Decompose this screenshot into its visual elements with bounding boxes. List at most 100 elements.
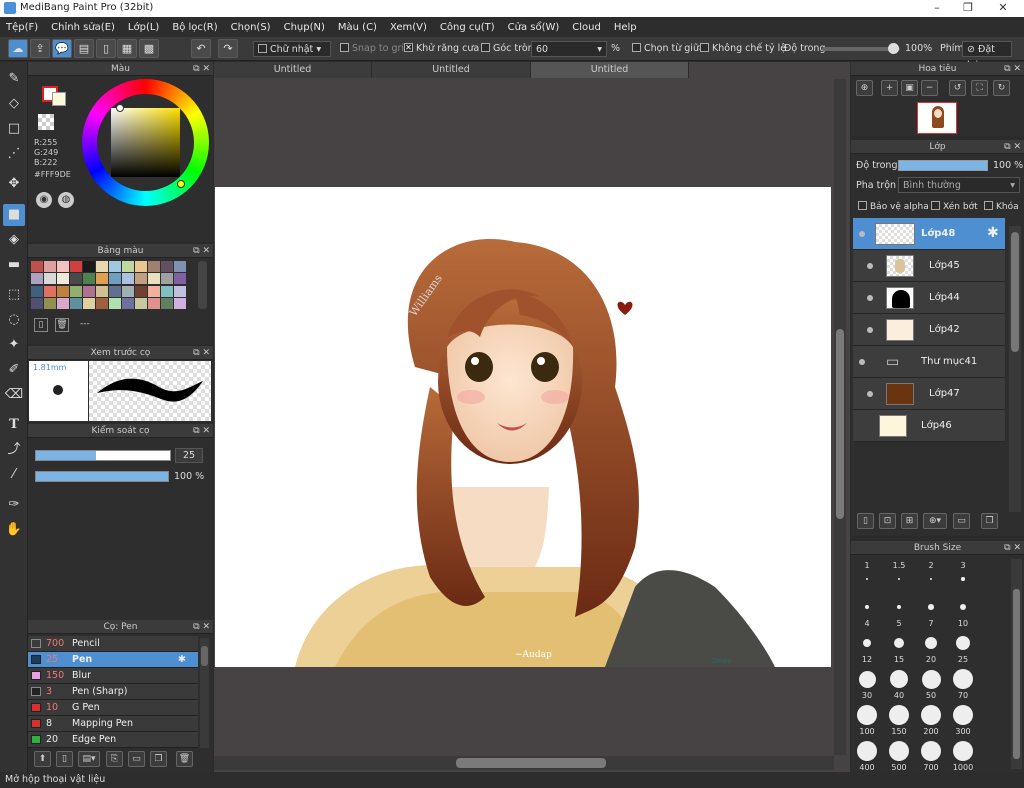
palette-swatch[interactable] [44, 297, 56, 309]
brush-size-scrollbar[interactable] [1011, 559, 1022, 769]
menu-select[interactable]: Chọn(S) [231, 22, 271, 33]
brush-size-dot[interactable] [857, 741, 877, 761]
center-checkbox[interactable]: Chọn từ giữa [632, 41, 705, 57]
palette-swatch[interactable] [174, 285, 186, 297]
tab-untitled-1[interactable]: Untitled [214, 62, 372, 78]
panel-close-icon[interactable]: ⧉ ✕ [193, 62, 210, 76]
zoom-fit-icon[interactable]: ⊕ [856, 80, 873, 96]
panel-close-icon[interactable]: ⧉ ✕ [193, 424, 210, 438]
palette-swatch[interactable] [109, 297, 121, 309]
saturation-box[interactable] [111, 108, 180, 177]
brush-size-dot[interactable] [858, 670, 876, 688]
layer-settings-gear-icon[interactable]: ✱ [987, 225, 999, 241]
layout-icon[interactable]: ▩ [139, 39, 159, 58]
palette-swatch[interactable] [161, 261, 173, 272]
reset-button[interactable]: ⊘ Đặt lại [962, 41, 1012, 71]
grid-icon[interactable]: ▦ [117, 39, 137, 58]
dropper-icon[interactable]: ✑ [3, 494, 25, 516]
magic-wand-icon[interactable]: ✦ [3, 334, 25, 356]
menu-layer[interactable]: Lớp(L) [128, 22, 159, 33]
brush-size-dot[interactable] [857, 705, 877, 725]
add-brush-icon[interactable]: ⬆ [34, 751, 51, 767]
layer-item-48[interactable]: Lớp48 ✱ [853, 218, 1005, 250]
panel-close-icon[interactable]: ⧉ ✕ [193, 620, 210, 634]
palette-swatch[interactable] [148, 285, 160, 297]
eye-icon[interactable] [859, 359, 865, 365]
menu-help[interactable]: Help [614, 22, 637, 33]
palette-swatch[interactable] [161, 297, 173, 309]
palette-swatch[interactable] [70, 261, 82, 272]
menu-file[interactable]: Tệp(F) [6, 22, 38, 33]
brush-size-dot[interactable] [866, 578, 868, 580]
zoom-out-icon[interactable]: − [921, 80, 938, 96]
new-layer-icon[interactable]: ▯ [857, 513, 874, 529]
eye-icon[interactable] [859, 231, 865, 237]
color-picker-handle[interactable] [116, 104, 124, 112]
brush-size-slider[interactable] [35, 450, 171, 461]
menu-edit[interactable]: Chỉnh sửa(E) [51, 22, 115, 33]
brush-size-dot[interactable] [890, 670, 908, 688]
layer-scrollbar[interactable] [1009, 226, 1021, 512]
antialias-checkbox[interactable]: ✕ Khử răng cưa [404, 41, 479, 57]
brush-folder-icon[interactable]: ▭ [128, 751, 145, 767]
brush-opacity-slider[interactable] [35, 471, 169, 482]
brush-size-dot[interactable] [928, 604, 934, 610]
delete-palette-icon[interactable]: 🗑 [55, 318, 69, 332]
palette-swatch[interactable] [122, 285, 134, 297]
palette-swatch[interactable] [83, 261, 95, 272]
panel-close-icon[interactable]: ⧉ ✕ [1004, 140, 1021, 154]
brush-tool-icon[interactable]: ✎ [3, 68, 25, 90]
close-button[interactable]: ✕ [986, 0, 1020, 17]
layer-item-47[interactable]: Lớp47 [853, 378, 1005, 410]
panel-close-icon[interactable]: ⧉ ✕ [1004, 62, 1021, 76]
brush-size-dot[interactable] [953, 669, 973, 689]
shape-tool-icon[interactable]: ■ [3, 204, 25, 226]
palette-swatch[interactable] [135, 261, 147, 272]
zoom-in-icon[interactable]: + [881, 80, 898, 96]
palette-swatch[interactable] [70, 285, 82, 297]
round-value-select[interactable]: 60 ▾ [531, 41, 607, 57]
palette-swatch[interactable] [57, 297, 69, 309]
brush-size-dot[interactable] [894, 638, 904, 648]
upload-icon[interactable]: ⇪ [30, 39, 50, 58]
dot-brush-icon[interactable]: ⋰ [3, 143, 25, 165]
palette-swatch[interactable] [70, 297, 82, 309]
brush-item-edge-pen[interactable]: 20 Edge Pen [28, 732, 198, 748]
brush-size-dot[interactable] [889, 705, 909, 725]
eye-icon[interactable] [867, 391, 873, 397]
palette-swatch[interactable] [96, 297, 108, 309]
palette-swatch[interactable] [57, 285, 69, 297]
palette-swatch[interactable] [70, 273, 82, 285]
brush-list-scrollbar[interactable] [200, 638, 209, 748]
menu-window[interactable]: Cửa sổ(W) [508, 22, 560, 33]
brush-size-dot[interactable] [921, 669, 941, 689]
zoom-actual-icon[interactable]: ▣ [901, 80, 918, 96]
panel-close-icon[interactable]: ⧉ ✕ [1004, 541, 1021, 555]
delete-brush-icon[interactable]: 🗑 [176, 751, 193, 767]
palette-swatch[interactable] [161, 273, 173, 285]
restrict-checkbox[interactable]: Không chế tỷ lệ [700, 41, 786, 57]
palette-swatch[interactable] [31, 285, 43, 297]
brush-item-g-pen[interactable]: 10 G Pen [28, 700, 198, 716]
eye-icon[interactable] [867, 263, 873, 269]
palette-swatch[interactable] [122, 261, 134, 272]
palette-swatch[interactable] [109, 285, 121, 297]
eye-icon[interactable] [867, 327, 873, 333]
brush-item-mapping-pen[interactable]: 8 Mapping Pen [28, 716, 198, 732]
palette-swatch[interactable] [96, 273, 108, 285]
layer-item-45[interactable]: Lớp45 [853, 250, 1005, 282]
undo-icon[interactable]: ↶ [191, 39, 211, 58]
palette-swatch[interactable] [44, 261, 56, 272]
brush-size-dot[interactable] [921, 741, 941, 761]
brush-size-dot[interactable] [953, 705, 973, 725]
palette-swatch[interactable] [96, 285, 108, 297]
palette-swatch[interactable] [148, 297, 160, 309]
brush-item-pen[interactable]: 25 Pen ✱ [28, 652, 198, 668]
palette-swatch[interactable] [31, 297, 43, 309]
palette-swatch[interactable] [44, 285, 56, 297]
brush-size-dot[interactable] [961, 577, 965, 581]
panel-close-icon[interactable]: ⧉ ✕ [193, 244, 210, 258]
palette-swatch[interactable] [83, 297, 95, 309]
palette-swatches[interactable] [31, 261, 191, 309]
cloud-icon[interactable]: ☁ [8, 39, 28, 58]
